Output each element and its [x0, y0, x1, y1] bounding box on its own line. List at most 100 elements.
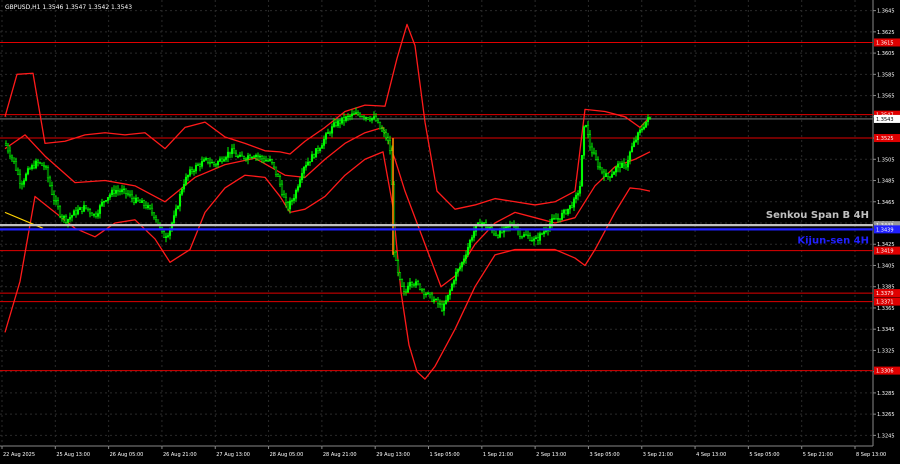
candle-body [400, 279, 404, 287]
candle-body [620, 162, 624, 168]
candle-body [552, 218, 556, 220]
chart-svg[interactable]: Senkou Span B 4H Kijun-sen 4H 1.3645 1.362… [0, 0, 900, 460]
candle-body [388, 140, 392, 151]
price-chart[interactable]: Senkou Span B 4H Kijun-sen 4H 1.3645 1.362… [0, 0, 900, 460]
candle-body [530, 240, 534, 242]
candle-body [582, 126, 586, 156]
candle-body [568, 205, 572, 210]
candle-body [214, 164, 218, 166]
candle-body [574, 194, 578, 200]
x-tick-label: 28 Aug 05:00 [270, 452, 304, 458]
y-tick-label: 1.3405 [877, 263, 895, 269]
candle-body [306, 161, 310, 166]
candle-body [228, 151, 232, 154]
candle-body [522, 234, 526, 237]
candle-body [640, 128, 644, 131]
x-tick-label: 25 Aug 13:00 [56, 452, 90, 458]
candle-body [70, 215, 74, 218]
candle-body [176, 206, 180, 209]
candle-body [442, 303, 446, 311]
y-tick-label: 1.3605 [877, 51, 895, 57]
candle-body [138, 200, 142, 203]
candle-body [190, 169, 194, 172]
candle-body [102, 200, 106, 203]
candle-body [22, 180, 26, 185]
candle-body [618, 163, 622, 168]
y-tick-label: 1.3565 [877, 94, 895, 100]
candle-body [334, 122, 338, 127]
candle-body [242, 156, 246, 159]
candle-body [62, 215, 66, 219]
candle-body [486, 227, 490, 229]
candle-body [320, 145, 324, 149]
x-tick-label: 29 Aug 13:00 [376, 452, 410, 458]
candle-body [292, 198, 296, 201]
candle-body [456, 268, 460, 273]
candle-body [402, 286, 406, 292]
candle-body [482, 222, 486, 224]
candle-body [378, 121, 382, 130]
candle-body [556, 218, 560, 220]
candle-body [260, 155, 264, 160]
candle-body [398, 272, 402, 280]
candle-body [316, 148, 320, 151]
candle-body [604, 173, 608, 177]
candle-body [12, 157, 16, 162]
candle-body [504, 226, 508, 229]
candle-body [28, 168, 32, 170]
level-tag-label: 1.3419 [876, 249, 894, 255]
candle-body [586, 124, 590, 135]
candle-body [598, 166, 602, 169]
candle-body [414, 281, 418, 286]
candle-body [274, 166, 278, 175]
candle-body [416, 281, 420, 285]
candle-body [8, 150, 12, 157]
candle-body [396, 260, 400, 273]
x-tick-label: 4 Sep 13:00 [696, 452, 726, 458]
candle-body [384, 132, 388, 138]
candle-body [236, 156, 240, 158]
candle-body [300, 173, 304, 180]
candle-body [156, 219, 160, 225]
candle-body [454, 271, 458, 281]
candle-body [354, 112, 358, 115]
candle-body [16, 169, 20, 175]
candle-body [94, 213, 98, 217]
candle-body [524, 234, 528, 236]
candle-body [350, 113, 354, 117]
candle-body [114, 190, 118, 194]
candle-body [54, 200, 58, 202]
candle-body [632, 141, 636, 147]
candle-body [554, 218, 558, 220]
candle-body [496, 235, 500, 238]
x-tick-label: 3 Sep 05:00 [589, 452, 619, 458]
candle-body [188, 169, 192, 176]
candle-body [248, 155, 252, 159]
candle-body [208, 162, 212, 164]
candle-body [466, 247, 470, 256]
candle-body [302, 167, 306, 174]
candle-body [162, 231, 166, 238]
candle-body [164, 236, 168, 238]
candle-body [364, 117, 368, 119]
candle-body [174, 208, 178, 216]
candle-body [76, 209, 80, 215]
candle-body [438, 303, 442, 305]
level-tag-label: 1.3525 [876, 136, 894, 142]
candle-body [626, 160, 630, 168]
candle-body [532, 238, 536, 241]
candle-body [60, 215, 64, 219]
candle-body [230, 148, 234, 154]
candle-body [348, 115, 352, 117]
candle-body [36, 160, 40, 163]
candle-body [126, 193, 130, 195]
candle-body [580, 155, 584, 187]
candle-body [56, 200, 60, 208]
candle-body [434, 298, 438, 301]
candle-body [360, 116, 364, 118]
y-tick-label: 1.3325 [877, 348, 895, 354]
x-tick-label: 28 Aug 21:00 [323, 452, 357, 458]
candle-body [194, 165, 198, 172]
candle-body [646, 117, 650, 122]
candle-body [48, 177, 52, 186]
